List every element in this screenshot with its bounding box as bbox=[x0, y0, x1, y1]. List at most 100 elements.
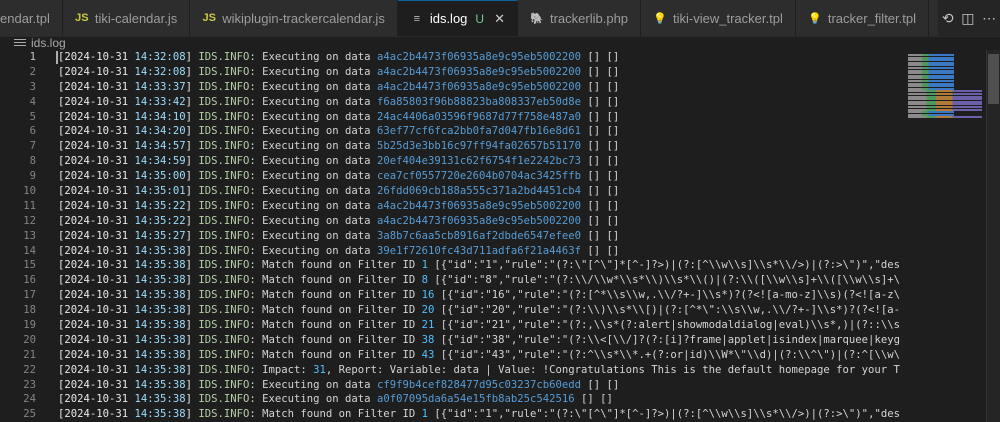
timestamp: 14:35:01 bbox=[134, 185, 186, 198]
log-line[interactable]: 8 [2024-10-31 14:34:59] IDS.INFO: Executi… bbox=[0, 154, 1000, 169]
log-level: IDS.INFO bbox=[198, 95, 250, 108]
log-line[interactable]: 22 [2024-10-31 14:35:38] IDS.INFO: Impact… bbox=[0, 363, 1000, 378]
log-line-text: [2024-10-31 14:33:37] IDS.INFO: Executin… bbox=[58, 80, 900, 95]
log-line[interactable]: 12 [2024-10-31 14:35:22] IDS.INFO: Execut… bbox=[0, 214, 1000, 229]
log-line[interactable]: 18 [2024-10-31 14:35:38] IDS.INFO: Match … bbox=[0, 303, 1000, 318]
log-line-text: [2024-10-31 14:35:00] IDS.INFO: Executin… bbox=[58, 169, 900, 184]
impact-report: , Report: Variable: data | Value: !Congr… bbox=[325, 363, 900, 376]
log-level: IDS.INFO bbox=[198, 348, 250, 361]
log-message: : Impact: bbox=[249, 363, 314, 376]
scrollbar-thumb[interactable] bbox=[988, 54, 999, 104]
log-level: IDS.INFO bbox=[198, 393, 250, 406]
timestamp-prefix: [2024-10-31 bbox=[58, 65, 135, 78]
log-message: : Executing on data bbox=[249, 244, 377, 257]
log-level: IDS.INFO bbox=[198, 125, 250, 138]
log-level: IDS.INFO bbox=[198, 289, 250, 302]
timestamp: 14:32:08 bbox=[134, 51, 186, 63]
log-message: : Executing on data bbox=[249, 110, 377, 123]
log-line[interactable]: 17 [2024-10-31 14:35:38] IDS.INFO: Match … bbox=[0, 288, 1000, 303]
log-line[interactable]: 16 [2024-10-31 14:35:38] IDS.INFO: Match … bbox=[0, 273, 1000, 288]
timestamp-close: ] bbox=[185, 378, 199, 391]
log-line[interactable]: 3 [2024-10-31 14:33:37] IDS.INFO: Executi… bbox=[0, 80, 1000, 95]
tab-label: wikiplugin-trackercalendar.js bbox=[222, 10, 385, 26]
log-level: IDS.INFO bbox=[198, 259, 250, 272]
log-line[interactable]: 15 [2024-10-31 14:35:38] IDS.INFO: Match … bbox=[0, 258, 1000, 273]
timestamp-prefix: [2024-10-31 bbox=[58, 393, 135, 406]
line-number: 1 bbox=[29, 51, 36, 63]
filter-rule-json: [{"id":"1","rule":"(?:\"[^\"]*[^-]?>)|(?… bbox=[434, 408, 900, 421]
minimap[interactable] bbox=[906, 50, 986, 422]
log-level: IDS.INFO bbox=[198, 140, 250, 153]
php-file-icon: 🐘 bbox=[530, 12, 544, 25]
timestamp-prefix: [2024-10-31 bbox=[58, 95, 135, 108]
data-hash: 3a8b7c6aa5cb8916af2dbde6547efee0 bbox=[376, 229, 582, 242]
data-hash: 39e1f72610fc43d711adfa6f21a4463f bbox=[376, 244, 582, 257]
tab-tiki-calendar-js[interactable]: JS tiki-calendar.js bbox=[62, 0, 191, 36]
timestamp: 14:35:00 bbox=[134, 170, 186, 183]
log-line-text: [2024-10-31 14:34:59] IDS.INFO: Executin… bbox=[58, 154, 900, 169]
timestamp-prefix: [2024-10-31 bbox=[58, 170, 135, 183]
data-hash: a0f07095da6a54e15fb8ab25c542516 bbox=[376, 393, 575, 406]
close-icon[interactable]: ✕ bbox=[494, 11, 505, 27]
data-hash: cea7cf0557720e2604b0704ac3425ffb bbox=[376, 170, 582, 183]
line-number: 2 bbox=[29, 65, 36, 78]
log-line[interactable]: 10 [2024-10-31 14:35:01] IDS.INFO: Execut… bbox=[0, 184, 1000, 199]
log-line[interactable]: 14 [2024-10-31 14:35:38] IDS.INFO: Execut… bbox=[0, 244, 1000, 259]
breadcrumb[interactable]: ids.log bbox=[0, 36, 1000, 50]
timestamp: 14:35:22 bbox=[134, 214, 186, 227]
log-line[interactable]: 5 [2024-10-31 14:34:10] IDS.INFO: Executi… bbox=[0, 110, 1000, 125]
timestamp-close: ] bbox=[185, 95, 199, 108]
tab-wikiplugin-trackercalendar-js[interactable]: JS wikiplugin-trackercalendar.js bbox=[190, 0, 398, 36]
line-number: 19 bbox=[23, 319, 36, 332]
data-hash: cf9f9b4cef828477d95c03237cb60edd bbox=[376, 378, 582, 391]
log-level: IDS.INFO bbox=[198, 214, 250, 227]
more-actions-icon[interactable]: ⋯ bbox=[982, 10, 996, 27]
tab-trackerlib-php[interactable]: 🐘 trackerlib.php bbox=[517, 0, 642, 36]
data-hash: 63ef77cf6fca2bb0fa7d047fb16e8d61 bbox=[376, 125, 582, 138]
log-message: : Executing on data bbox=[249, 214, 377, 227]
log-line-text: [2024-10-31 14:35:38] IDS.INFO: Match fo… bbox=[58, 273, 900, 288]
log-line[interactable]: 20 [2024-10-31 14:35:38] IDS.INFO: Match … bbox=[0, 333, 1000, 348]
log-line[interactable]: 11 [2024-10-31 14:35:22] IDS.INFO: Execut… bbox=[0, 199, 1000, 214]
split-editor-icon[interactable]: ◫ bbox=[961, 10, 974, 27]
timestamp-prefix: [2024-10-31 bbox=[58, 214, 135, 227]
log-suffix: [] [] bbox=[581, 214, 620, 227]
log-level: IDS.INFO bbox=[198, 274, 250, 287]
log-message: : Match found on Filter ID bbox=[249, 259, 422, 272]
filter-rule-json: [{"id":"8","rule":"(?:\\/\\w*\\s*\\)\\s*… bbox=[434, 274, 900, 287]
log-line[interactable]: 7 [2024-10-31 14:34:57] IDS.INFO: Executi… bbox=[0, 139, 1000, 154]
log-line[interactable]: 23 [2024-10-31 14:35:38] IDS.INFO: Execut… bbox=[0, 378, 1000, 393]
log-line-text: [2024-10-31 14:35:38] IDS.INFO: Executin… bbox=[58, 244, 900, 259]
log-line-text: [2024-10-31 14:35:38] IDS.INFO: Impact: … bbox=[58, 363, 900, 378]
timestamp: 14:35:38 bbox=[134, 333, 186, 346]
tab-ids-log[interactable]: ≡ ids.log U ✕ bbox=[397, 0, 518, 36]
editor-text-area[interactable]: 1 [2024-10-31 14:32:08] IDS.INFO: Executi… bbox=[0, 50, 1000, 422]
log-message: : Executing on data bbox=[249, 125, 377, 138]
tab-tiki-view-tracker-tpl[interactable]: 💡 tiki-view_tracker.tpl bbox=[641, 0, 796, 36]
line-number: 6 bbox=[29, 125, 36, 138]
log-line-text: [2024-10-31 14:35:01] IDS.INFO: Executin… bbox=[58, 184, 900, 199]
log-line[interactable]: 9 [2024-10-31 14:35:00] IDS.INFO: Executi… bbox=[0, 169, 1000, 184]
tab-tracker-filter-tpl[interactable]: 💡 tracker_filter.tpl bbox=[795, 0, 929, 36]
vertical-scrollbar[interactable] bbox=[986, 50, 1000, 422]
log-line[interactable]: 6 [2024-10-31 14:34:20] IDS.INFO: Executi… bbox=[0, 124, 1000, 139]
tab-label: endar.tpl bbox=[0, 10, 50, 26]
timestamp-prefix: [2024-10-31 bbox=[58, 155, 135, 168]
log-line[interactable]: 13 [2024-10-31 14:35:27] IDS.INFO: Execut… bbox=[0, 229, 1000, 244]
log-line[interactable]: 24 [2024-10-31 14:35:38] IDS.INFO: Execut… bbox=[0, 392, 1000, 407]
log-line[interactable]: 2 [2024-10-31 14:32:08] IDS.INFO: Executi… bbox=[0, 65, 1000, 80]
timestamp-prefix: [2024-10-31 bbox=[58, 274, 135, 287]
log-line-text: [2024-10-31 14:35:27] IDS.INFO: Executin… bbox=[58, 229, 900, 244]
log-level: IDS.INFO bbox=[198, 304, 250, 317]
log-message: : Executing on data bbox=[249, 51, 377, 63]
log-message: : Executing on data bbox=[249, 140, 377, 153]
log-line[interactable]: 25 [2024-10-31 14:35:38] IDS.INFO: Match … bbox=[0, 407, 1000, 422]
log-line[interactable]: 19 [2024-10-31 14:35:38] IDS.INFO: Match … bbox=[0, 318, 1000, 333]
log-line[interactable]: 21 [2024-10-31 14:35:38] IDS.INFO: Match … bbox=[0, 348, 1000, 363]
line-number: 10 bbox=[23, 185, 36, 198]
open-changes-icon[interactable]: ⟲ bbox=[942, 10, 954, 27]
log-line[interactable]: 1 [2024-10-31 14:32:08] IDS.INFO: Executi… bbox=[0, 50, 1000, 65]
log-message: : Match found on Filter ID bbox=[249, 319, 422, 332]
tab-endar-tpl[interactable]: endar.tpl bbox=[0, 0, 63, 36]
log-line[interactable]: 4 [2024-10-31 14:33:42] IDS.INFO: Executi… bbox=[0, 95, 1000, 110]
